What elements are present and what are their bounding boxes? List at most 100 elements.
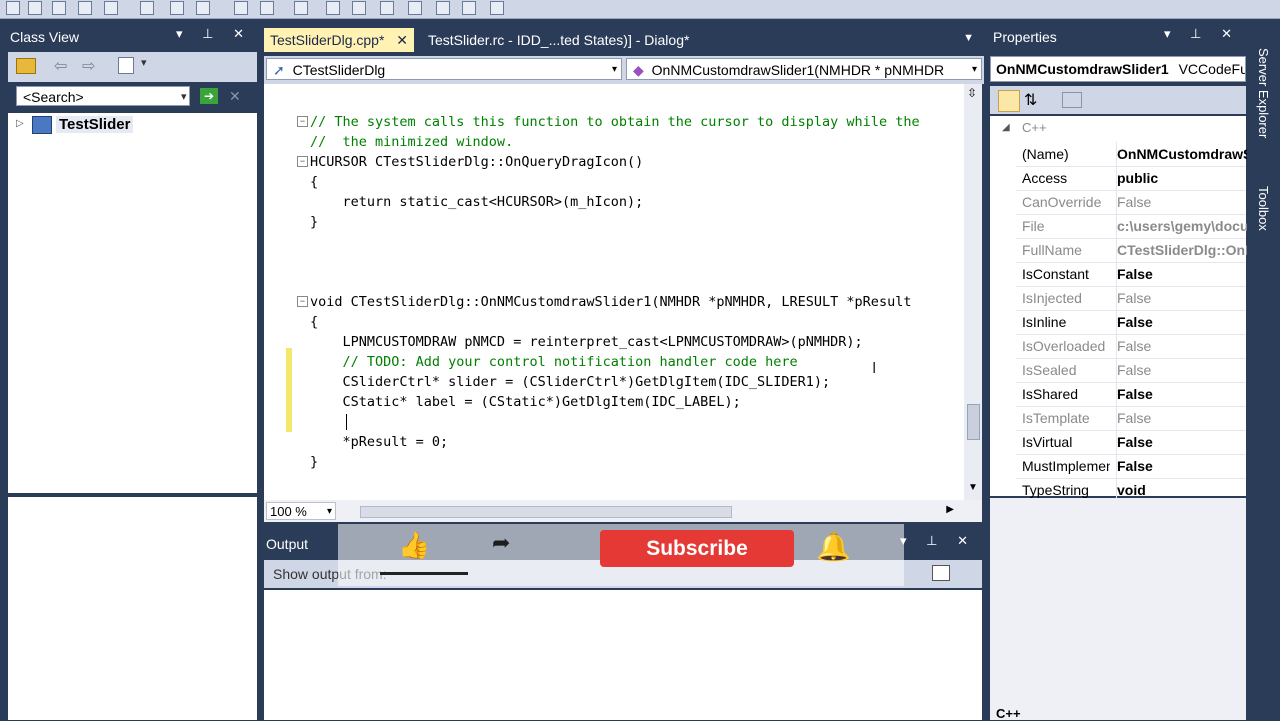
panel-window-buttons[interactable]: ▾ ⊥ ✕ <box>900 533 976 549</box>
property-row[interactable]: CanOverride False <box>1016 190 1246 215</box>
settings-icon[interactable] <box>118 57 134 74</box>
code-line: // the minimized window. <box>310 132 513 152</box>
collapse-icon[interactable]: − <box>297 296 308 307</box>
toolbar-button-icon[interactable] <box>260 1 274 15</box>
object-type: VCCodeFunction <box>1178 61 1245 77</box>
toolbar-button-icon[interactable] <box>436 1 450 15</box>
tab-overflow-icon[interactable]: ▼ <box>963 32 974 44</box>
scroll-right-icon[interactable]: ▶ <box>946 504 954 515</box>
back-arrow-icon[interactable]: ⇦ <box>54 56 67 76</box>
property-row[interactable]: File c:\users\gemy\documents <box>1016 214 1247 239</box>
toolbar-button-icon[interactable] <box>196 1 210 15</box>
property-row[interactable]: IsOverloaded False <box>1016 334 1246 359</box>
properties-object-combo[interactable]: OnNMCustomdrawSlider1 VCCodeFunction <box>990 56 1246 82</box>
class-combo[interactable]: ➚ CTestSliderDlg ▾ <box>266 58 622 80</box>
collapse-icon[interactable]: − <box>297 116 308 127</box>
collapse-icon[interactable]: − <box>297 156 308 167</box>
code-line: LPNMCUSTOMDRAW pNMCD = reinterpret_cast<… <box>310 334 863 350</box>
property-row[interactable]: IsInjected False <box>1016 286 1246 311</box>
close-icon[interactable]: ✕ <box>396 32 408 48</box>
toolbar-button-icon[interactable] <box>462 1 476 15</box>
member-combo[interactable]: ◆ OnNMCustomdrawSlider1(NMHDR * pNMHDR ▾ <box>626 58 982 80</box>
toolbar-button-icon[interactable] <box>28 1 42 15</box>
code-line: HCURSOR CTestSliderDlg::OnQueryDragIcon(… <box>310 154 644 170</box>
property-row[interactable]: IsTemplate False <box>1016 406 1246 431</box>
split-icon[interactable]: ⇳ <box>967 86 977 100</box>
toolbar-button-icon[interactable] <box>294 1 308 15</box>
chevron-down-icon[interactable]: ▾ <box>141 56 147 69</box>
toolbox-tab[interactable]: Toolbox <box>1256 186 1271 231</box>
editor-bottom-bar: 100 % ▾ ▶ <box>264 500 982 522</box>
toolbar-button-icon[interactable] <box>490 1 504 15</box>
property-value: False <box>1116 382 1247 406</box>
properties-toolbar: ⇅ <box>990 86 1246 114</box>
toolbar-button-icon[interactable] <box>380 1 394 15</box>
toolbar-button-icon[interactable] <box>104 1 118 15</box>
share-icon[interactable]: ➦ <box>492 530 510 556</box>
property-row[interactable]: MustImplement False <box>1016 454 1246 479</box>
editor-vertical-scrollbar[interactable]: ⇳ ▼ <box>964 84 982 500</box>
toolbar-button-icon[interactable] <box>78 1 92 15</box>
code-editor[interactable]: − − − // The system calls this function … <box>264 84 964 500</box>
code-comment: // The system calls this function to obt… <box>310 114 920 130</box>
collapse-category-icon[interactable]: ◢ <box>1002 122 1010 133</box>
chevron-down-icon: ▾ <box>611 64 617 75</box>
code-line: // TODO: Add your control notification h… <box>310 352 798 372</box>
tab-testsliderdlg-cpp[interactable]: TestSliderDlg.cpp* ✕ <box>264 28 415 52</box>
panel-window-buttons[interactable]: ▾ ⊥ ✕ <box>1164 26 1240 42</box>
folder-icon[interactable] <box>16 58 36 74</box>
property-row[interactable]: IsVirtual False <box>1016 430 1246 455</box>
code-line: // The system calls this function to obt… <box>310 112 920 132</box>
word-wrap-icon[interactable] <box>932 565 950 581</box>
property-row[interactable]: FullName CTestSliderDlg::OnNMCustomdrawSl… <box>1016 238 1247 263</box>
property-name: Access <box>1022 170 1068 186</box>
chevron-down-icon: ▾ <box>326 506 332 517</box>
property-row[interactable]: IsShared False <box>1016 382 1246 407</box>
property-value: False <box>1116 190 1247 214</box>
property-row[interactable]: IsConstant False <box>1016 262 1246 287</box>
tree-item-testslider[interactable]: TestSlider <box>56 116 134 133</box>
toolbar-button-icon[interactable] <box>140 1 154 15</box>
search-go-icon[interactable]: ➔ <box>200 88 218 104</box>
toolbar-button-icon[interactable] <box>408 1 422 15</box>
subscribe-button[interactable]: Subscribe <box>600 530 794 567</box>
ibeam-cursor-icon: I <box>872 360 877 377</box>
code-line: CStatic* label = (CStatic*)GetDlgItem(ID… <box>310 394 741 410</box>
toolbar-button-icon[interactable] <box>234 1 248 15</box>
horizontal-scroll-thumb[interactable] <box>360 506 732 518</box>
property-pages-icon[interactable] <box>1062 92 1082 108</box>
toolbar-button-icon[interactable] <box>52 1 66 15</box>
toolbar-button-icon[interactable] <box>170 1 184 15</box>
class-view-search-input[interactable]: <Search> <box>16 86 190 106</box>
property-row[interactable]: IsSealed False <box>1016 358 1246 383</box>
expand-arrow-icon[interactable]: ▷ <box>16 118 24 129</box>
alphabetical-icon[interactable]: ⇅ <box>1024 90 1037 110</box>
output-text-area[interactable] <box>264 590 982 720</box>
property-row[interactable]: IsInline False <box>1016 310 1246 335</box>
property-name: FullName <box>1022 242 1082 258</box>
server-explorer-tab[interactable]: Server Explorer <box>1256 48 1271 138</box>
clear-search-icon[interactable]: ✕ <box>229 88 241 105</box>
like-icon[interactable]: 👍 <box>398 530 430 561</box>
tab-testslider-rc[interactable]: TestSlider.rc - IDD_...ted States)] - Di… <box>422 28 695 52</box>
scroll-down-icon[interactable]: ▼ <box>968 482 978 493</box>
forward-arrow-icon[interactable]: ⇨ <box>82 56 95 76</box>
category-label: C++ <box>1022 120 1047 135</box>
zoom-combo[interactable]: 100 % ▾ <box>266 502 336 520</box>
categorized-icon[interactable] <box>998 90 1020 112</box>
property-value: False <box>1116 430 1247 454</box>
project-icon <box>32 116 52 134</box>
zoom-value: 100 % <box>270 504 307 519</box>
property-value: False <box>1116 406 1247 430</box>
scroll-thumb[interactable] <box>967 404 980 440</box>
toolbar-button-icon[interactable] <box>352 1 366 15</box>
bell-icon[interactable]: 🔔 <box>816 530 851 563</box>
chevron-down-icon[interactable]: ▾ <box>181 90 187 103</box>
toolbar-button-icon[interactable] <box>326 1 340 15</box>
code-line: *pResult = 0; <box>310 434 449 450</box>
code-line: return static_cast<HCURSOR>(m_hIcon); <box>310 194 644 210</box>
panel-window-buttons[interactable]: ▾ ⊥ ✕ <box>176 26 252 42</box>
toolbar-button-icon[interactable] <box>6 1 20 15</box>
property-row[interactable]: (Name) OnNMCustomdrawSlider1 <box>1016 142 1247 167</box>
property-row[interactable]: Access public <box>1016 166 1246 191</box>
